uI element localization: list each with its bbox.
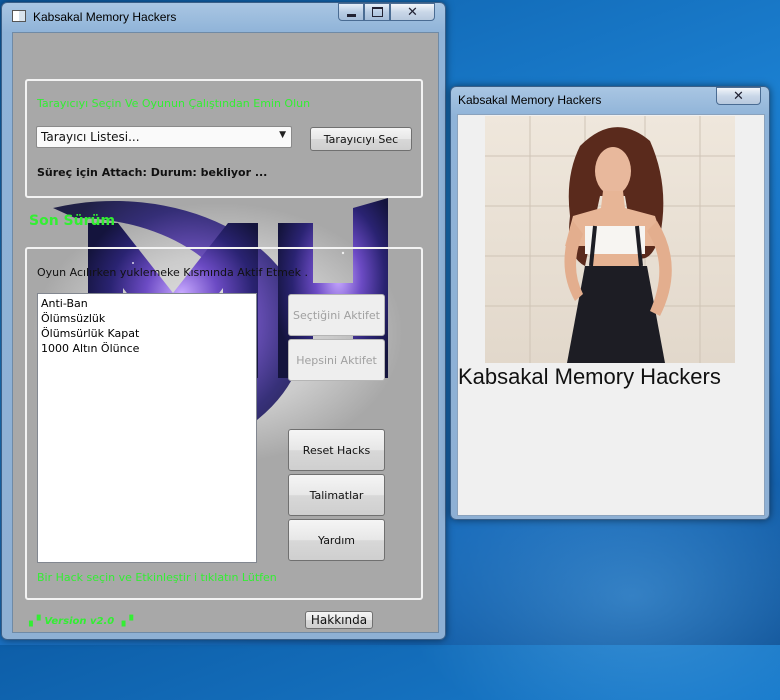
signal-icon: ▖▘ (29, 616, 45, 627)
version-label: ▖▘Version v2.0 ▗▝ (29, 616, 133, 627)
instructions-button[interactable]: Talimatlar (288, 474, 385, 516)
list-item[interactable]: 1000 Altın Ölünce (41, 341, 253, 356)
latest-version-label: Son Sürüm (29, 213, 116, 229)
portrait-illustration (485, 116, 735, 363)
close-icon: ✕ (733, 88, 744, 104)
close-button[interactable]: ✕ (390, 3, 435, 21)
hacks-note: Oyun Acılırken yuklemeke Kısmında Aktif … (37, 266, 308, 279)
hack-hint: Bir Hack seçin ve Etkinleştir i tıklatın… (37, 571, 277, 584)
attach-status: Süreç için Attach: Durum: bekliyor ... (37, 166, 268, 179)
image-window: Kabsakal Memory Hackers ✕ Kabsakal Memor… (450, 86, 770, 520)
list-item[interactable]: Ölümsüzlük (41, 311, 253, 326)
list-item[interactable]: Anti-Ban (41, 296, 253, 311)
close-icon: ✕ (407, 4, 418, 20)
portrait-image (485, 116, 735, 363)
activate-all-button[interactable]: Hepsini Aktifet (288, 339, 385, 381)
select-browser-button[interactable]: Tarayıcıyı Sec (310, 127, 412, 151)
reset-hacks-button[interactable]: Reset Hacks (288, 429, 385, 471)
minimize-icon (346, 13, 356, 17)
app-icon (12, 10, 26, 22)
image-client-area: Kabsakal Memory Hackers (457, 114, 765, 516)
hacks-listbox[interactable]: Anti-Ban Ölümsüzlük Ölümsürlük Kapat 100… (37, 293, 257, 563)
signal-icon: ▗▝ (114, 616, 134, 627)
window-title: Kabsakal Memory Hackers (458, 93, 602, 107)
minimize-button[interactable] (338, 3, 364, 21)
main-client-area: Tarayıcıyı Seçin Ve Oyunun Çalıştından E… (12, 32, 439, 633)
browser-instruction: Tarayıcıyı Seçin Ve Oyunun Çalıştından E… (37, 97, 311, 110)
about-button[interactable]: Hakkında (305, 611, 373, 629)
activate-selected-button[interactable]: Seçtiğini Aktifet (288, 294, 385, 336)
maximize-icon (371, 7, 383, 17)
help-button[interactable]: Yardım (288, 519, 385, 561)
list-item[interactable]: Ölümsürlük Kapat (41, 326, 253, 341)
image-caption: Kabsakal Memory Hackers (458, 364, 721, 389)
maximize-button[interactable] (364, 3, 390, 21)
browser-dropdown[interactable]: Tarayıcı Listesi... ▼ (36, 126, 292, 148)
main-window: Kabsakal Memory Hackers ✕ Tarayıcıyı Seç… (1, 2, 446, 640)
browser-dropdown-value: Tarayıcı Listesi... (41, 130, 140, 144)
version-text: Version v2.0 (44, 616, 115, 627)
dropdown-arrow-icon: ▼ (279, 130, 286, 140)
window-title: Kabsakal Memory Hackers (33, 10, 177, 24)
close-button[interactable]: ✕ (716, 87, 761, 105)
